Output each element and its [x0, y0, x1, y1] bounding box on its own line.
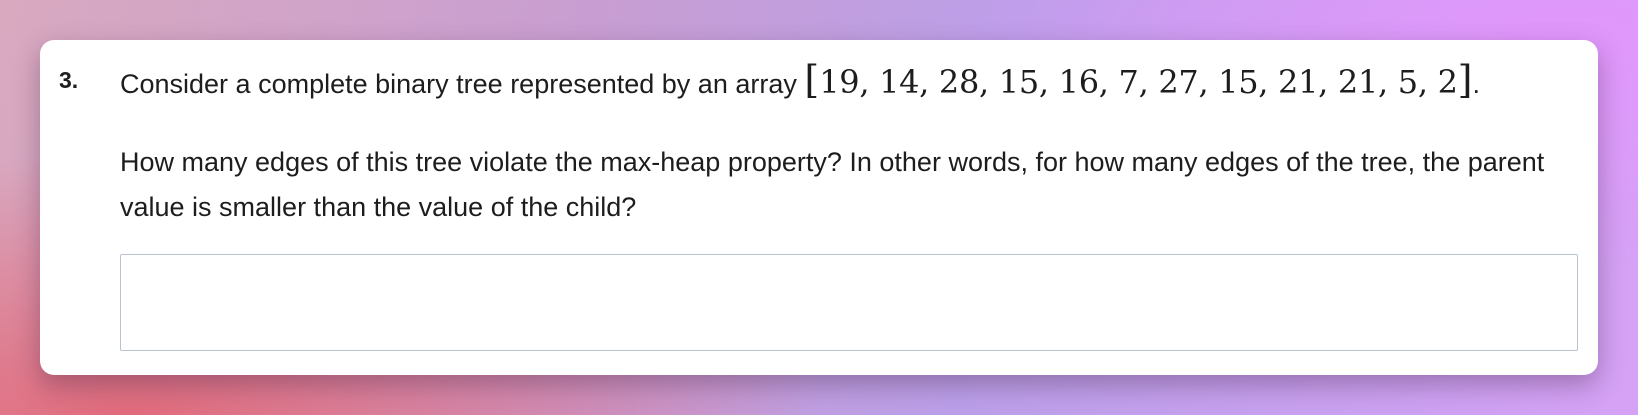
array-open-bracket: [ [804, 58, 820, 102]
question-intro-text: Consider a complete binary tree represen… [120, 69, 805, 99]
question-body: How many edges of this tree violate the … [120, 147, 1545, 222]
array-close-bracket: ] [1457, 58, 1473, 102]
question-number: 3. [59, 67, 79, 93]
question-intro-line: Consider a complete binary tree represen… [120, 58, 1480, 106]
answer-input[interactable] [120, 254, 1578, 351]
array-values: 19, 14, 28, 15, 16, 7, 27, 15, 21, 21, 5… [819, 63, 1458, 101]
intro-period: . [1472, 69, 1480, 99]
question-card: 3. Consider a complete binary tree repre… [40, 40, 1598, 375]
